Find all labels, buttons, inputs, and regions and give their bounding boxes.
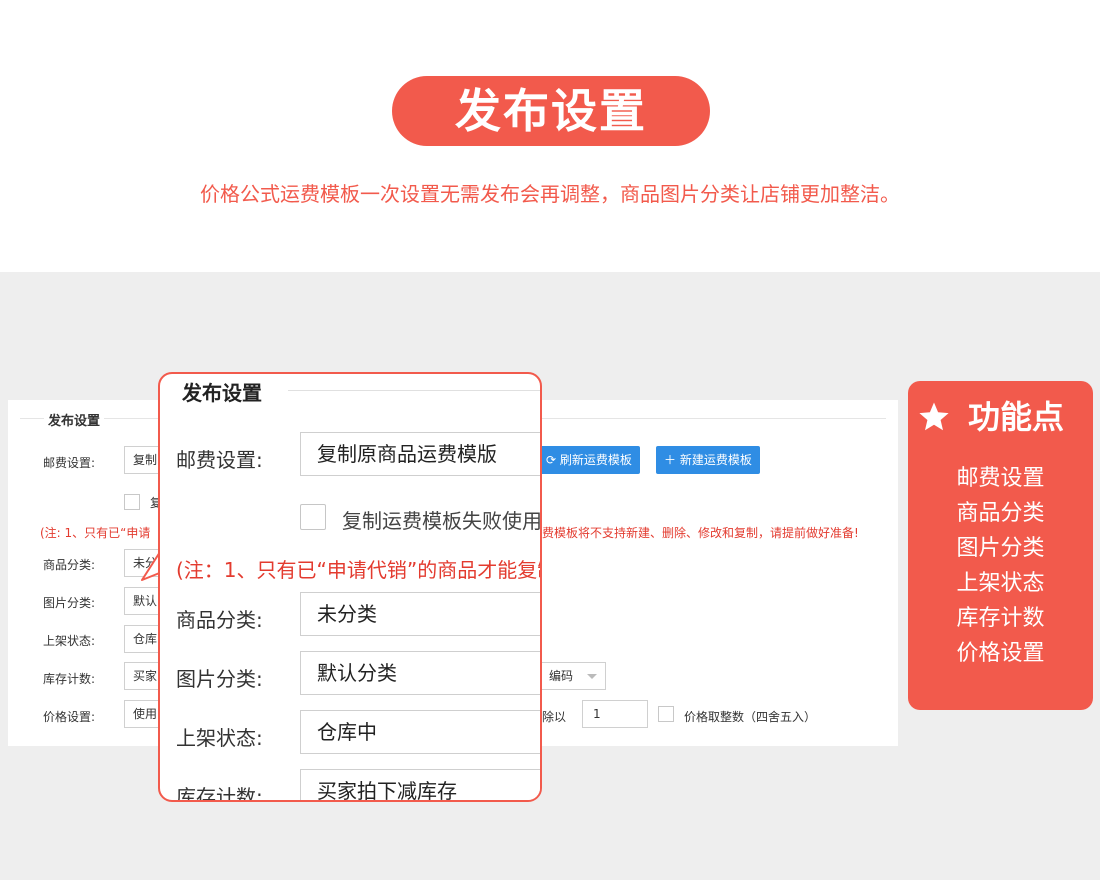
- code-select[interactable]: 编码: [538, 662, 606, 690]
- feature-item: 上架状态: [956, 571, 1045, 596]
- zoom-image-category-select[interactable]: 默认分类: [300, 651, 540, 695]
- refresh-shipping-template-button[interactable]: ⟳ 刷新运费模板: [538, 446, 640, 474]
- divide-by-label: 除以: [542, 710, 567, 724]
- feature-item: 价格设置: [956, 641, 1045, 666]
- zoom-category-select[interactable]: 未分类: [300, 592, 540, 636]
- header-section: 发布设置 价格公式运费模板一次设置无需发布会再调整，商品图片分类让店铺更加整洁。: [0, 0, 1100, 272]
- zoom-section-title: 发布设置: [182, 381, 262, 405]
- feature-item: 库存计数: [956, 606, 1045, 631]
- round-price-label: 价格取整数（四舍五入）: [684, 710, 817, 724]
- zoom-stock-count-select[interactable]: 买家拍下减库存: [300, 769, 540, 800]
- refresh-icon: ⟳: [546, 453, 560, 467]
- feature-item: 商品分类: [956, 501, 1045, 526]
- feature-item: 邮费设置: [956, 466, 1045, 491]
- zoom-copy-template-label: 复制运费模板失败使用: [342, 509, 542, 533]
- divide-by-input[interactable]: 1: [582, 700, 648, 728]
- plus-icon: ＋: [664, 453, 680, 467]
- code-select-value: 编码: [549, 669, 574, 683]
- refresh-shipping-template-label: 刷新运费模板: [559, 453, 632, 467]
- star-icon: [919, 402, 949, 431]
- new-shipping-template-label: 新建运费模板: [679, 453, 752, 467]
- zoom-shipping-label: 邮费设置:: [176, 448, 263, 472]
- feature-card-header: 功能点: [918, 397, 1088, 437]
- zoom-shipping-select[interactable]: 复制原商品运费模版: [300, 432, 540, 476]
- category-label: 商品分类:: [43, 558, 96, 572]
- notice-text-continued: 费模板将不支持新建、删除、修改和复制，请提前做好准备!: [542, 526, 859, 540]
- price-setting-label: 价格设置:: [43, 710, 96, 724]
- image-category-label: 图片分类:: [43, 596, 96, 610]
- copy-template-checkbox[interactable]: [124, 494, 140, 510]
- zoom-notice-text: (注：1、只有已“申请代销”的商品才能复制: [176, 558, 542, 582]
- form-section-title: 发布设置: [44, 410, 105, 429]
- zoom-copy-template-checkbox[interactable]: [300, 504, 326, 530]
- shipping-label: 邮费设置:: [43, 456, 96, 470]
- zoom-image-category-label: 图片分类:: [176, 667, 263, 691]
- zoom-stock-count-label: 库存计数:: [176, 785, 263, 802]
- stock-count-label: 库存计数:: [43, 672, 96, 686]
- notice-text: (注: 1、只有已“申请: [40, 526, 151, 540]
- page-subtitle: 价格公式运费模板一次设置无需发布会再调整，商品图片分类让店铺更加整洁。: [200, 182, 900, 206]
- round-price-checkbox[interactable]: [658, 706, 674, 722]
- chevron-down-icon: [587, 674, 597, 679]
- feature-list: 邮费设置 商品分类 图片分类 上架状态 库存计数 价格设置: [908, 461, 1093, 671]
- page-title: 发布设置: [392, 76, 710, 146]
- zoom-category-label: 商品分类:: [176, 608, 263, 632]
- zoom-callout: 发布设置 邮费设置: 复制原商品运费模版 复制运费模板失败使用 (注：1、只有已…: [158, 372, 542, 802]
- new-shipping-template-button[interactable]: ＋ 新建运费模板: [656, 446, 760, 474]
- listing-status-label: 上架状态:: [43, 634, 96, 648]
- zoom-section-divider: [288, 390, 540, 391]
- zoom-listing-status-select[interactable]: 仓库中: [300, 710, 540, 754]
- feature-card: 功能点 邮费设置 商品分类 图片分类 上架状态 库存计数 价格设置: [908, 381, 1093, 710]
- feature-card-title: 功能点: [968, 398, 1065, 436]
- feature-item: 图片分类: [956, 536, 1045, 561]
- zoom-listing-status-label: 上架状态:: [176, 726, 263, 750]
